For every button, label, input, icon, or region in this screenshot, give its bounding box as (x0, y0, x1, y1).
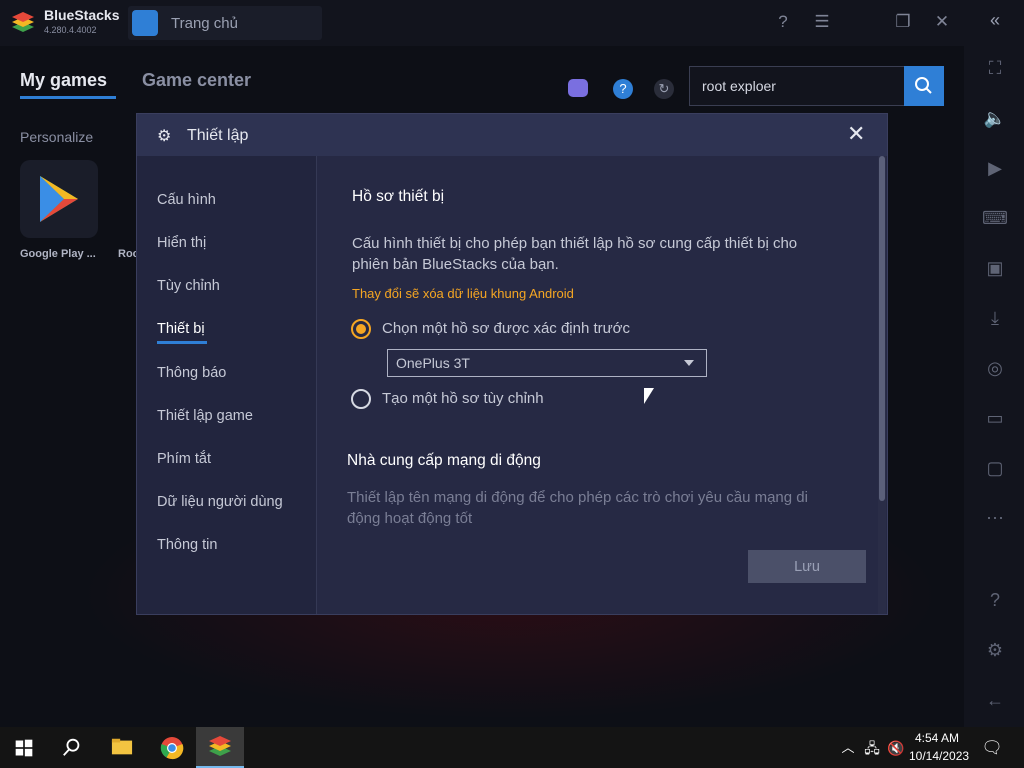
personalize-label[interactable]: Personalize (20, 129, 93, 145)
google-play-tile[interactable] (20, 160, 98, 238)
settings-gear-icon[interactable]: ⚙ (982, 637, 1008, 663)
title-bar: BlueStacks 4.280.4.4002 Trang chủ ? ☰ ❐ … (0, 0, 964, 46)
search-value: root exploer (702, 78, 776, 94)
chrome-icon[interactable] (160, 736, 184, 760)
description-line: Cấu hình thiết bị cho phép bạn thiết lập… (352, 235, 798, 252)
search-icon (915, 77, 932, 94)
google-play-icon (40, 176, 78, 222)
bluestacks-taskbar-icon (209, 736, 231, 756)
section-title-device-profile: Hồ sơ thiết bị (352, 188, 445, 205)
notification-icon[interactable]: 🗨 (980, 736, 1004, 760)
nav-active-underline (157, 341, 207, 344)
description-line: động hoạt động tốt (347, 510, 473, 527)
nav-item-thong-tin[interactable]: Thông tin (157, 537, 217, 553)
search-button[interactable] (904, 66, 944, 106)
clock-date[interactable]: 10/14/2023 (909, 749, 969, 763)
section-description: Cấu hình thiết bị cho phép bạn thiết lập… (352, 233, 842, 275)
clock-time[interactable]: 4:54 AM (915, 731, 959, 745)
screenshot-icon[interactable]: ◎ (982, 355, 1008, 381)
restore-window-icon[interactable]: ❐ (892, 11, 914, 33)
nav-item-phim-tat[interactable]: Phím tắt (157, 451, 211, 467)
file-explorer-icon[interactable] (110, 736, 134, 760)
tab-game-center[interactable]: Game center (142, 70, 251, 91)
taskbar-bluestacks[interactable] (196, 727, 244, 768)
tab-home-label: Trang chủ (171, 15, 238, 32)
content-scrollbar[interactable] (878, 156, 886, 614)
help-circle-icon[interactable]: ? (613, 79, 633, 99)
refresh-icon[interactable]: ↻ (654, 79, 674, 99)
search-taskbar-icon[interactable] (60, 736, 84, 760)
game-label: Google Play ... (20, 248, 96, 260)
network-icon[interactable]: 🖧 (860, 736, 884, 760)
bluestacks-logo-icon (12, 12, 34, 32)
camera-icon[interactable]: ▭ (982, 405, 1008, 431)
chevron-up-icon[interactable]: ︿ (836, 736, 860, 760)
scrollbar-thumb[interactable] (879, 156, 885, 501)
settings-nav: Cấu hình Hiển thị Tùy chỉnh Thiết bị Thô… (137, 156, 317, 614)
description-line: Thiết lập tên mạng di động để cho phép c… (347, 489, 808, 506)
settings-dialog: ⚙ Thiết lập ✕ Cấu hình Hiển thị Tùy chỉn… (136, 113, 888, 615)
dialog-title: Thiết lập (187, 127, 249, 144)
profile-select-value: OnePlus 3T (396, 355, 470, 371)
volume-icon[interactable]: 🔈 (982, 105, 1008, 131)
macro-icon[interactable]: ▣ (982, 255, 1008, 281)
nav-item-cau-hinh[interactable]: Cấu hình (157, 192, 216, 208)
collapse-sidebar-icon[interactable]: « (982, 7, 1008, 33)
mouse-cursor-icon (644, 388, 654, 404)
radio-predefined-label[interactable]: Chọn một hồ sơ được xác định trước (382, 320, 630, 337)
right-toolbar: « ⛶ 🔈 ▶ ⌨ ▣ ⤓ ◎ ▭ ▢ ⋯ ? ⚙ ← (964, 0, 1024, 727)
close-icon[interactable]: ✕ (847, 122, 865, 146)
nav-item-thong-bao[interactable]: Thông báo (157, 365, 226, 381)
gear-icon: ⚙ (157, 128, 172, 145)
home-icon (132, 10, 158, 36)
radio-predefined-profile[interactable] (351, 319, 371, 339)
tab-my-games-underline (20, 96, 116, 99)
description-line: phiên bản BlueStacks của bạn. (352, 256, 559, 273)
radio-custom-profile[interactable] (351, 389, 371, 409)
help-sidebar-icon[interactable]: ? (982, 587, 1008, 613)
nav-item-thiet-bi[interactable]: Thiết bị (157, 321, 205, 337)
section2-description: Thiết lập tên mạng di động để cho phép c… (347, 487, 847, 529)
dialog-header: ⚙ Thiết lập ✕ (137, 114, 887, 156)
windows-start-icon[interactable] (12, 736, 36, 760)
nav-item-tuy-chinh[interactable]: Tùy chỉnh (157, 278, 220, 294)
install-apk-icon[interactable]: ⤓ (982, 305, 1008, 331)
volume-muted-icon[interactable]: 🔇 (884, 736, 908, 760)
warning-text: Thay đổi sẽ xóa dữ liệu khung Android (352, 286, 574, 301)
radio-custom-label[interactable]: Tạo một hồ sơ tùy chỉnh (382, 390, 544, 407)
app-name: BlueStacks (44, 7, 120, 23)
back-arrow-icon[interactable]: ← (982, 687, 1008, 713)
nav-item-hien-thi[interactable]: Hiển thị (157, 235, 206, 251)
settings-content: Hồ sơ thiết bị Cấu hình thiết bị cho phé… (318, 156, 886, 614)
nav-item-du-lieu-nguoi-dung[interactable]: Dữ liệu người dùng (157, 494, 283, 510)
fullscreen-icon[interactable]: ⛶ (982, 55, 1008, 81)
menu-icon[interactable]: ☰ (811, 11, 833, 33)
profile-select[interactable]: OnePlus 3T (387, 349, 707, 377)
section-title-mobile-network: Nhà cung cấp mạng di động (347, 452, 541, 469)
folder-icon[interactable]: ▢ (982, 455, 1008, 481)
help-icon[interactable]: ? (772, 11, 794, 33)
record-icon[interactable]: ▶ (982, 155, 1008, 181)
chevron-down-icon (684, 360, 694, 366)
taskbar: ︿ 🖧 🔇 4:54 AM 10/14/2023 🗨 (0, 727, 1024, 768)
more-icon[interactable]: ⋯ (982, 505, 1008, 531)
save-button[interactable]: Lưu (748, 550, 866, 583)
close-window-icon[interactable]: ✕ (931, 11, 953, 33)
tab-my-games[interactable]: My games (20, 70, 107, 91)
discord-icon[interactable] (568, 79, 588, 97)
nav-item-thiet-lap-game[interactable]: Thiết lập game (157, 408, 253, 424)
keyboard-icon[interactable]: ⌨ (982, 205, 1008, 231)
app-version: 4.280.4.4002 (44, 25, 97, 35)
